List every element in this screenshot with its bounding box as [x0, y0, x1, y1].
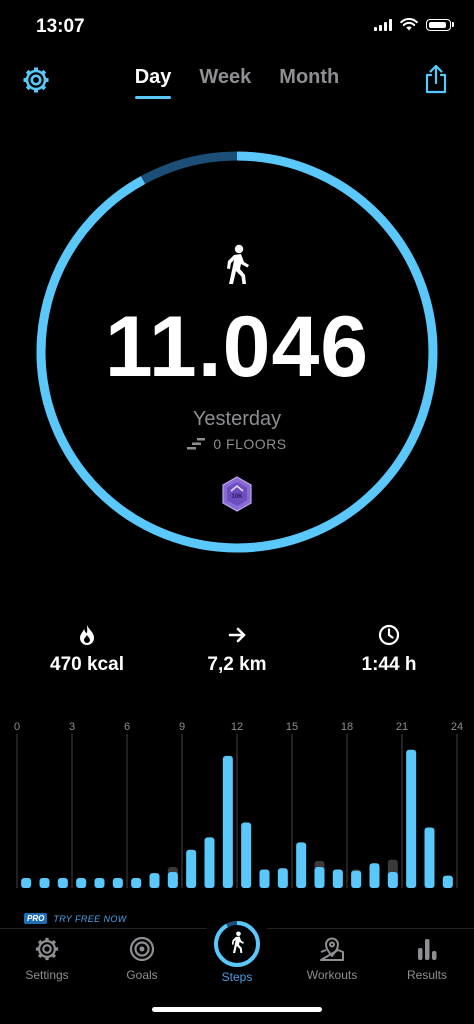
pro-promo[interactable]: PRO TRY FREE NOW [24, 913, 127, 924]
flame-icon [80, 625, 94, 645]
stairs-icon [187, 438, 206, 450]
battery-icon [426, 18, 454, 31]
chart-tick-label: 21 [396, 721, 408, 733]
tabbar-steps-label: Steps [221, 970, 253, 984]
chart-bar-steps [259, 869, 270, 888]
duration-stat: 1:44 h [310, 624, 468, 676]
tab-week[interactable]: Week [199, 66, 251, 99]
calories-value: 470 kcal [50, 654, 124, 675]
chart-bar-steps [387, 871, 398, 888]
chart-bar-steps [21, 878, 32, 888]
hourly-steps-chart: 0 3 6 9 12 15 18 21 24 [14, 721, 463, 888]
tabbar-settings[interactable]: Settings [0, 936, 94, 982]
tabbar-results-label: Results [406, 968, 447, 982]
chart-bar-steps [112, 878, 123, 888]
chart-tick-label: 12 [231, 721, 243, 733]
chart-tick-label: 6 [124, 721, 130, 733]
wifi-icon [400, 18, 418, 31]
chart-bar-steps [204, 837, 215, 888]
cellular-signal-icon [374, 18, 392, 31]
chart-bar-steps [442, 875, 453, 888]
steps-progress-ring [214, 921, 260, 967]
gear-icon [35, 937, 59, 961]
tabbar-settings-label: Settings [25, 968, 69, 982]
tabbar-workouts-label: Workouts [306, 968, 358, 982]
tab-day[interactable]: Day [134, 66, 171, 99]
tabbar-results[interactable]: Results [380, 936, 474, 982]
calories-stat: 470 kcal [8, 624, 166, 676]
chart-bar-steps [424, 827, 435, 888]
chart-tick-label: 15 [286, 721, 298, 733]
clock-icon [378, 624, 400, 646]
pro-pill: PRO [24, 913, 48, 924]
steps-fab[interactable] [203, 910, 271, 978]
floors-label: 0 FLOORS [213, 436, 287, 452]
chart-bar-steps [406, 749, 417, 888]
duration-value: 1:44 h [361, 654, 417, 675]
home-indicator [152, 1007, 322, 1012]
share-icon[interactable] [422, 64, 450, 94]
chart-tick-label: 0 [14, 721, 20, 733]
chart-tick-label: 9 [179, 721, 185, 733]
promo-text: TRY FREE NOW [53, 913, 127, 924]
steps-count: 11.046 [104, 299, 370, 395]
chart-bar-steps [277, 868, 288, 888]
target-icon [129, 936, 155, 962]
status-icons [374, 18, 454, 31]
map-pin-icon [320, 937, 344, 961]
chart-bar-steps [167, 871, 178, 888]
chart-bar-steps [222, 755, 233, 888]
chart-bar-steps [332, 869, 343, 888]
chart-bar-steps [296, 842, 307, 888]
chart-bar-steps [369, 863, 380, 888]
chart-bar-steps [57, 878, 68, 888]
chart-bar-steps [351, 870, 362, 888]
chart-bar-steps [186, 849, 197, 888]
chart-bar-steps [149, 873, 160, 888]
tabbar-goals-label: Goals [126, 968, 158, 982]
tabbar-goals[interactable]: Goals [95, 936, 189, 982]
tabbar-workouts[interactable]: Workouts [285, 936, 379, 982]
distance-stat: 7,2 km [158, 624, 316, 676]
walker-icon [227, 244, 249, 284]
chart-tick-label: 18 [341, 721, 353, 733]
distance-value: 7,2 km [207, 654, 267, 675]
badge-label: 10K [231, 494, 243, 500]
floors-row: 0 FLOORS [0, 436, 474, 452]
bar-chart-icon [418, 939, 437, 960]
chart-tick-label: 3 [69, 721, 75, 733]
chart-tick-label: 24 [451, 721, 463, 733]
tab-month[interactable]: Month [279, 66, 339, 99]
period-tabs: Day Week Month [0, 66, 474, 99]
chart-bar-steps [39, 878, 50, 888]
day-label: Yesterday [192, 408, 282, 430]
arrow-right-icon [228, 627, 246, 643]
chart-bar-steps [76, 878, 87, 888]
chart-bar-steps [94, 878, 105, 888]
chart-bar-steps [131, 878, 142, 888]
chart-bar-steps [241, 822, 252, 888]
tabbar-steps[interactable]: Steps [190, 970, 284, 984]
status-time: 13:07 [36, 16, 85, 37]
chart-bar-steps [314, 867, 325, 888]
walker-icon [231, 931, 244, 953]
